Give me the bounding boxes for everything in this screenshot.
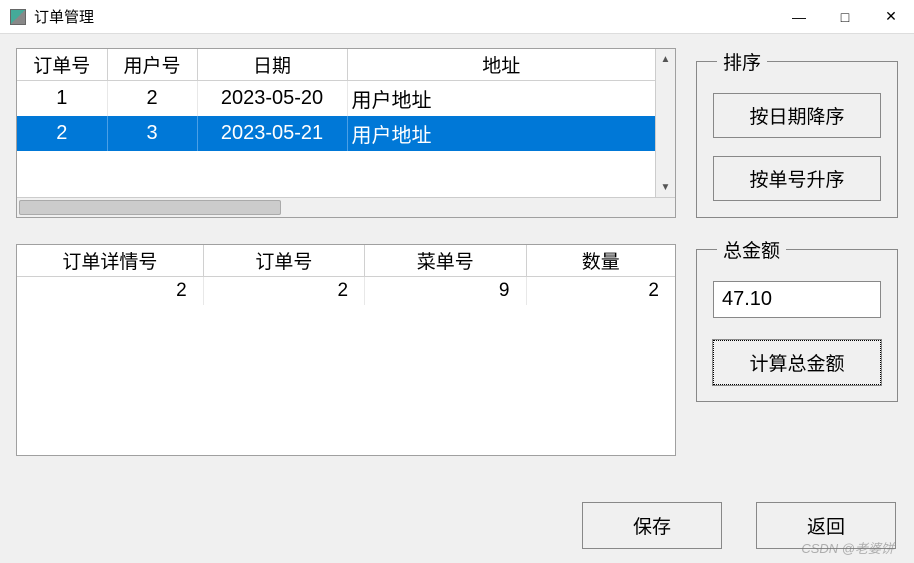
cell-qty: 2 [526, 277, 675, 306]
cell-order-id: 1 [17, 81, 107, 117]
table-row[interactable]: 2292 [17, 277, 675, 306]
sort-by-date-desc-button[interactable]: 按日期降序 [713, 93, 881, 138]
cell-detail-id: 2 [17, 277, 203, 306]
save-button[interactable]: 保存 [582, 502, 722, 549]
total-amount-input[interactable] [713, 281, 881, 318]
orders-header: 订单号 用户号 日期 地址 [17, 49, 655, 81]
orders-col-date[interactable]: 日期 [197, 49, 347, 81]
details-col-detail-id[interactable]: 订单详情号 [17, 245, 203, 277]
scroll-track[interactable] [656, 69, 675, 177]
cell-address: 用户地址 [347, 81, 655, 117]
cell-date: 2023-05-20 [197, 81, 347, 117]
cell-date: 2023-05-21 [197, 116, 347, 151]
cell-user-id: 3 [107, 116, 197, 151]
orders-horizontal-scrollbar[interactable] [17, 197, 675, 217]
details-header: 订单详情号 订单号 菜单号 数量 [17, 245, 675, 277]
total-legend: 总金额 [717, 236, 786, 263]
cell-menu-id: 9 [365, 277, 526, 306]
table-row[interactable]: 122023-05-20用户地址 [17, 81, 655, 117]
details-col-qty[interactable]: 数量 [526, 245, 675, 277]
cell-user-id: 2 [107, 81, 197, 117]
sort-by-id-asc-button[interactable]: 按单号升序 [713, 156, 881, 201]
window-title: 订单管理 [34, 6, 776, 27]
window-controls: — □ ✕ [776, 0, 914, 34]
details-col-order-id[interactable]: 订单号 [203, 245, 364, 277]
app-icon [10, 9, 26, 25]
sort-group: 排序 按日期降序 按单号升序 [696, 48, 898, 218]
cell-order-id: 2 [17, 116, 107, 151]
titlebar: 订单管理 — □ ✕ [0, 0, 914, 34]
scroll-down-icon[interactable]: ▼ [656, 177, 675, 197]
details-col-menu-id[interactable]: 菜单号 [365, 245, 526, 277]
table-row[interactable]: 232023-05-21用户地址 [17, 116, 655, 151]
maximize-button[interactable]: □ [822, 0, 868, 34]
orders-col-address[interactable]: 地址 [347, 49, 655, 81]
orders-col-order-id[interactable]: 订单号 [17, 49, 107, 81]
orders-vertical-scrollbar[interactable]: ▲ ▼ [655, 49, 675, 197]
back-button[interactable]: 返回 [756, 502, 896, 549]
cell-address: 用户地址 [347, 116, 655, 151]
orders-table[interactable]: 订单号 用户号 日期 地址 122023-05-20用户地址232023-05-… [16, 48, 676, 218]
scroll-up-icon[interactable]: ▲ [656, 49, 675, 69]
details-table[interactable]: 订单详情号 订单号 菜单号 数量 2292 [16, 244, 676, 456]
orders-col-user-id[interactable]: 用户号 [107, 49, 197, 81]
total-group: 总金额 计算总金额 [696, 236, 898, 402]
sort-legend: 排序 [717, 48, 767, 75]
close-button[interactable]: ✕ [868, 0, 914, 34]
calculate-total-button[interactable]: 计算总金额 [713, 340, 881, 385]
minimize-button[interactable]: — [776, 0, 822, 34]
cell-order-id: 2 [203, 277, 364, 306]
